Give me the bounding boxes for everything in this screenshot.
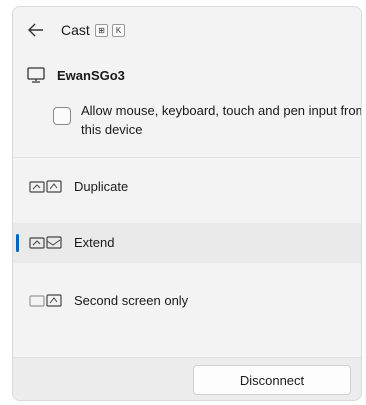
allow-input-checkbox[interactable] <box>53 107 71 125</box>
device-name: EwanSGo3 <box>57 67 125 83</box>
allow-input-option: Allow mouse, keyboard, touch and pen inp… <box>53 101 361 147</box>
duplicate-display-icon <box>29 179 63 195</box>
divider <box>13 157 361 158</box>
mode-label: Duplicate <box>74 179 129 194</box>
allow-input-label: Allow mouse, keyboard, touch and pen inp… <box>81 103 362 137</box>
mode-label: Extend <box>74 235 115 250</box>
page-title: Cast <box>61 22 90 38</box>
header: Cast ⊞ K <box>13 7 361 53</box>
second-screen-only-icon <box>29 293 63 309</box>
connected-device: EwanSGo3 <box>27 63 351 87</box>
footer: Disconnect <box>13 357 361 400</box>
selected-indicator <box>16 234 19 252</box>
k-key-badge: K <box>112 24 125 37</box>
mode-label: Second screen only <box>74 293 189 308</box>
cast-panel: Cast ⊞ K EwanSGo3 Allow mouse, keyboard,… <box>12 6 362 401</box>
mode-second-screen-only[interactable]: Second screen only <box>13 281 361 321</box>
mode-duplicate[interactable]: Duplicate <box>13 167 361 207</box>
extend-display-icon <box>29 235 63 251</box>
back-arrow-icon[interactable] <box>27 21 45 39</box>
disconnect-button[interactable]: Disconnect <box>193 365 351 395</box>
mode-extend[interactable]: Extend <box>13 223 361 263</box>
windows-key-icon: ⊞ <box>95 24 108 37</box>
monitor-icon <box>27 67 45 83</box>
